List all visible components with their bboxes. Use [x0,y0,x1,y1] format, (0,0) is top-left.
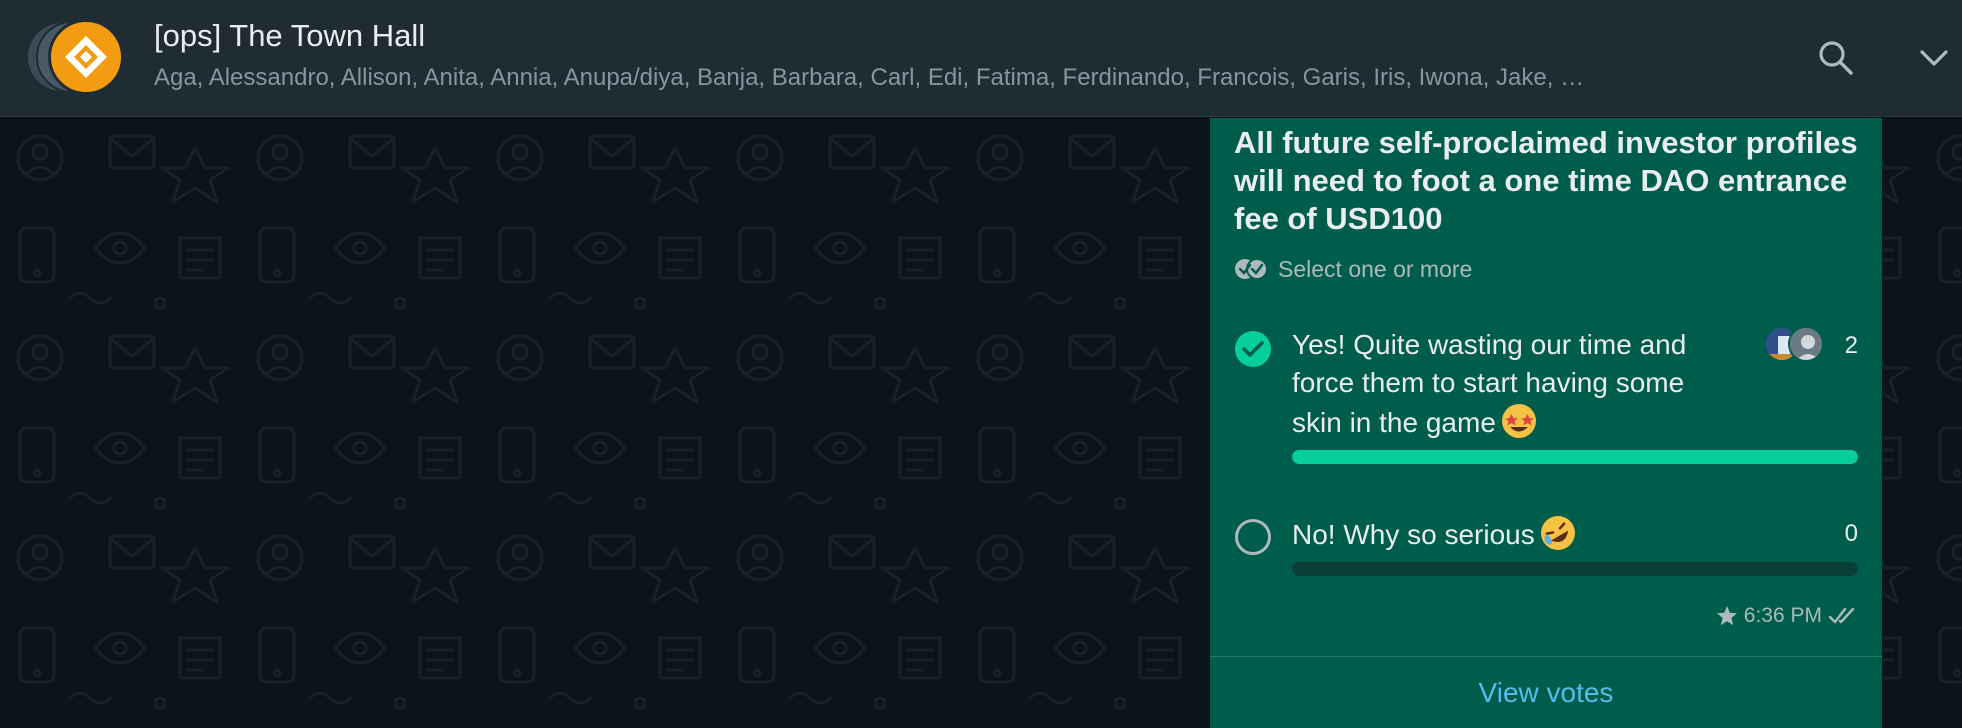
voter-avatar [1788,326,1824,362]
chevron-down-icon[interactable] [1918,46,1950,70]
poll-message[interactable]: All future self-proclaimed investor prof… [1210,118,1882,728]
search-icon[interactable] [1816,38,1856,78]
poll-option-label: No! Why so serious [1292,514,1722,554]
message-time: 6:36 PM [1743,604,1822,627]
checked-circle-icon[interactable] [1234,330,1272,368]
unchecked-circle-icon[interactable] [1234,518,1272,556]
view-votes-button[interactable]: View votes [1210,657,1882,728]
poll-hint: Select one or more [1234,256,1472,282]
star-icon [1716,606,1737,626]
vote-progress-bar [1292,450,1858,464]
poll-hint-text: Select one or more [1278,255,1473,282]
chat-title[interactable]: [ops] The Town Hall [154,18,425,54]
rolling-on-floor-laughing-emoji-icon [1540,516,1575,550]
message-meta: 6:36 PM [1716,602,1858,630]
voter-avatars[interactable] [1764,326,1834,364]
vote-progress-bar [1292,562,1858,576]
double-check-icon [1828,607,1855,624]
group-members-list[interactable]: Aga, Alessandro, Allison, Anita, Annia, … [154,64,1754,92]
vote-count: 2 [1844,332,1858,359]
vote-count: 0 [1844,520,1858,547]
poll-option-label: Yes! Quite wasting our time and force th… [1292,329,1687,438]
poll-question: All future self-proclaimed investor prof… [1234,125,1858,236]
group-avatar[interactable] [26,19,126,95]
star-struck-emoji-icon [1501,404,1536,438]
group-logo-icon [48,19,124,95]
multi-select-icon [1235,258,1268,280]
vote-progress-fill [1292,450,1858,464]
chat-header[interactable]: [ops] The Town Hall Aga, Alessandro, All… [0,0,1962,117]
